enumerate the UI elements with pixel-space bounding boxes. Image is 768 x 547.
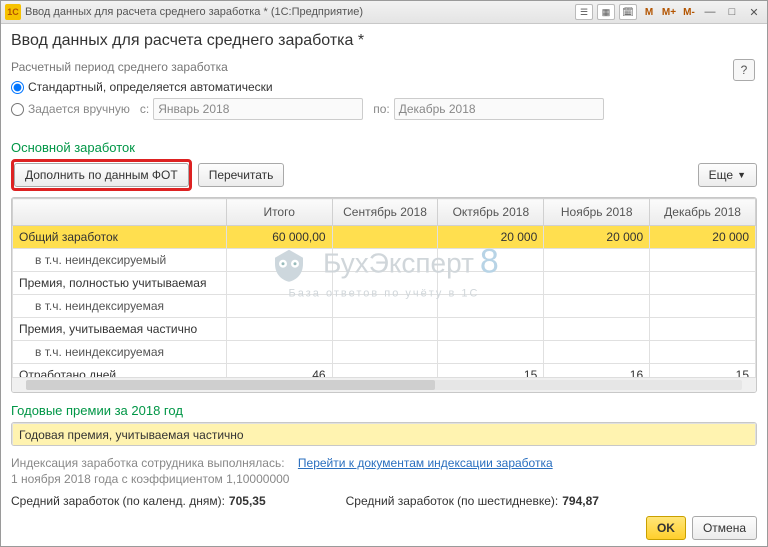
table-row[interactable]: в т.ч. неиндексируемый [13, 249, 756, 272]
annual-table: Годовая премия, учитываемая частично [11, 422, 757, 446]
ok-button[interactable]: OK [646, 516, 686, 540]
cancel-button[interactable]: Отмена [692, 516, 757, 540]
to-label: по: [373, 102, 390, 116]
earnings-table: Итого Сентябрь 2018 Октябрь 2018 Ноябрь … [11, 197, 757, 393]
table-row[interactable]: Премия, учитываемая частично [13, 318, 756, 341]
titlebar: 1C Ввод данных для расчета среднего зара… [1, 1, 767, 24]
table-row[interactable]: Годовая премия, учитываемая частично [13, 424, 756, 446]
window-title: Ввод данных для расчета среднего заработ… [25, 6, 363, 18]
table-row[interactable]: Отработано дней46151615 [13, 364, 756, 378]
radio-standard[interactable] [11, 81, 24, 94]
period-to-field[interactable]: Декабрь 2018 [394, 98, 604, 120]
toolbar-icon-2[interactable]: ▦ [597, 4, 615, 20]
period-label: Расчетный период среднего заработка [11, 60, 757, 74]
avg-sixday-value: 794,87 [562, 494, 599, 508]
maximize-icon[interactable]: □ [723, 5, 741, 19]
page-title: Ввод данных для расчета среднего заработ… [11, 32, 757, 50]
table-row[interactable]: в т.ч. неиндексируемая [13, 295, 756, 318]
avg-sixday-label: Средний заработок (по шестидневке): [346, 494, 559, 508]
indexation-line-2: 1 ноября 2018 года с коэффициентом 1,100… [11, 472, 757, 486]
period-from-field[interactable]: Январь 2018 [153, 98, 363, 120]
avg-calendar-value: 705,35 [229, 494, 266, 508]
minimize-icon[interactable]: — [701, 5, 719, 19]
radio-standard-label: Стандартный, определяется автоматически [28, 80, 273, 94]
app-logo-icon: 1C [5, 4, 21, 20]
m-plus-button[interactable]: M+ [661, 5, 677, 19]
indexation-link[interactable]: Перейти к документам индексации заработк… [298, 456, 553, 470]
from-label: с: [140, 102, 149, 116]
toolbar-icon-1[interactable]: ☰ [575, 4, 593, 20]
m-button[interactable]: M [641, 5, 657, 19]
toolbar-icon-3[interactable]: 🗓 [619, 4, 637, 20]
help-button[interactable]: ? [733, 59, 755, 81]
annual-section-title: Годовые премии за 2018 год [11, 403, 757, 418]
avg-calendar-label: Средний заработок (по календ. дням): [11, 494, 225, 508]
indexation-line-1: Индексация заработка сотрудника выполнял… [11, 456, 757, 470]
main-section-title: Основной заработок [11, 140, 757, 155]
radio-manual[interactable] [11, 103, 24, 116]
more-button[interactable]: Еще▼ [698, 163, 757, 187]
table-row[interactable]: Общий заработок60 000,0020 00020 00020 0… [13, 226, 756, 249]
close-icon[interactable]: ✕ [745, 5, 763, 19]
radio-manual-label: Задается вручную [28, 102, 130, 116]
table-row[interactable]: в т.ч. неиндексируемая [13, 341, 756, 364]
horizontal-scrollbar[interactable] [12, 377, 756, 392]
m-minus-button[interactable]: M- [681, 5, 697, 19]
recalc-button[interactable]: Перечитать [198, 163, 285, 187]
table-row[interactable]: Премия, полностью учитываемая [13, 272, 756, 295]
table-header-row: Итого Сентябрь 2018 Октябрь 2018 Ноябрь … [13, 199, 756, 226]
fill-by-fot-button[interactable]: Дополнить по данным ФОТ [14, 163, 189, 187]
chevron-down-icon: ▼ [737, 170, 746, 180]
